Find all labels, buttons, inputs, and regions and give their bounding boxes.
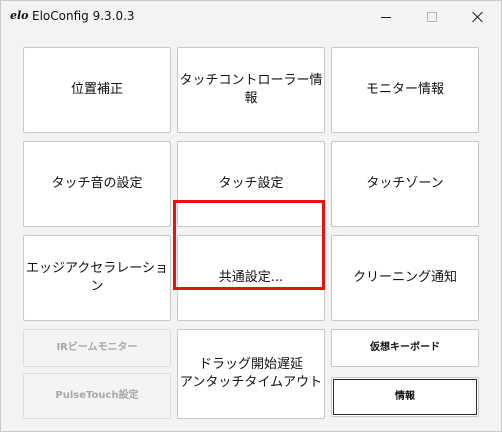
drag-delay-label: ドラッグ開始遅延 アンタッチタイムアウト <box>180 356 322 392</box>
minimize-icon <box>381 16 391 18</box>
touch-zone-button[interactable]: タッチゾーン <box>331 141 479 227</box>
drag-start-delay-button[interactable]: ドラッグ開始遅延 アンタッチタイムアウト <box>177 329 325 419</box>
pulsetouch-settings-button: PulseTouch 設定 <box>23 373 171 419</box>
touch-settings-button[interactable]: タッチ設定 <box>177 141 325 227</box>
pulsetouch-label-line2: 設定 <box>118 390 139 401</box>
calibration-button[interactable]: 位置補正 <box>23 47 171 133</box>
edge-acceleration-button[interactable]: エッジアクセラレーション <box>23 235 171 321</box>
maximize-icon <box>427 12 437 22</box>
drag-delay-label-line1: ドラッグ開始遅延 <box>198 357 303 372</box>
cleaning-notice-button[interactable]: クリーニング通知 <box>331 235 479 321</box>
touch-controller-info-button[interactable]: タッチコントローラー情報 <box>177 47 325 133</box>
drag-delay-label-line2: アンタッチタイムアウト <box>179 375 323 390</box>
info-button[interactable]: 情報 <box>331 377 479 417</box>
monitor-info-button[interactable]: モニター情報 <box>331 47 479 133</box>
pulsetouch-label-line1: PulseTouch <box>55 390 119 401</box>
close-button[interactable] <box>455 1 501 33</box>
common-settings-button[interactable]: 共通設定... <box>177 235 325 321</box>
maximize-button <box>409 1 455 33</box>
eloconfig-window: elo EloConfig 9.3.0.3 位置補正 タッチコントローラー情報 … <box>0 0 502 432</box>
window-title: EloConfig 9.3.0.3 <box>32 9 135 23</box>
title-bar[interactable]: elo EloConfig 9.3.0.3 <box>1 1 501 33</box>
touch-sound-settings-button[interactable]: タッチ音の設定 <box>23 141 171 227</box>
elo-logo-icon: elo <box>10 9 29 22</box>
ir-beam-monitor-button: IRビームモニター <box>23 329 171 367</box>
tile-grid: 位置補正 タッチコントローラー情報 モニター情報 タッチ音の設定 タッチ設定 タ… <box>1 33 501 431</box>
close-icon <box>472 11 484 23</box>
virtual-keyboard-button[interactable]: 仮想キーボード <box>331 329 479 367</box>
minimize-button[interactable] <box>363 1 409 33</box>
